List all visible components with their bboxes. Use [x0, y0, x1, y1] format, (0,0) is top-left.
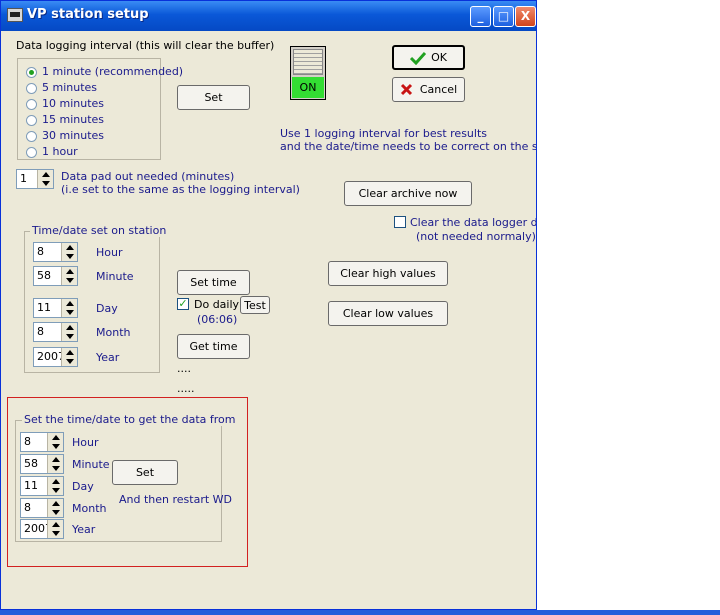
from-year-label: Year [72, 523, 96, 536]
logging-interval-group: 1 minute (recommended) 5 minutes 10 minute… [17, 58, 183, 160]
vp-station-setup-window: VP station setup _ □ X Data logging inte… [0, 0, 537, 610]
test-button[interactable]: Test [240, 296, 270, 314]
pad-spin-arrows[interactable] [37, 170, 53, 188]
station-year-label: Year [96, 351, 120, 364]
logging-set-button[interactable]: Set [177, 85, 250, 110]
check-icon [410, 51, 427, 65]
clear-high-values-button[interactable]: Clear high values [328, 261, 448, 286]
toggle-on-label: ON [292, 77, 324, 98]
toggle-grip [293, 49, 323, 75]
do-daily-time: (06:06) [197, 313, 238, 326]
ok-button[interactable]: OK [392, 45, 465, 70]
logging-option-radio[interactable] [26, 67, 37, 78]
station-year-spinner[interactable]: 2007 [33, 347, 78, 367]
ok-label: OK [431, 51, 447, 64]
logging-option-radio[interactable] [26, 131, 37, 142]
x-icon [400, 83, 412, 96]
spin-arrows[interactable] [47, 520, 63, 538]
station-month-spinner[interactable]: 8 [33, 322, 78, 342]
maximize-button[interactable]: □ [493, 6, 514, 27]
station-hour-label: Hour [96, 246, 123, 259]
clear-archive-button[interactable]: Clear archive now [344, 181, 472, 206]
pad-label-1: Data pad out needed (minutes) [61, 170, 235, 183]
hint-line-2: and the date/time needs to be correct on… [280, 140, 536, 153]
logging-option-radio[interactable] [26, 99, 37, 110]
logging-option-label[interactable]: 5 minutes [42, 81, 97, 94]
logging-option-label[interactable]: 15 minutes [42, 113, 104, 126]
from-minute-spinner[interactable]: 58 [20, 454, 64, 474]
logging-toggle[interactable]: ON [290, 46, 326, 100]
clear-daily-label: Clear the data logger daily [410, 216, 537, 229]
from-day-value: 11 [24, 479, 38, 492]
set-time-button[interactable]: Set time [177, 270, 250, 295]
from-month-value: 8 [24, 501, 31, 514]
spin-arrows[interactable] [61, 299, 77, 317]
station-day-spinner[interactable]: 11 [33, 298, 78, 318]
station-hour-value: 8 [37, 245, 44, 258]
pad-label-2: (i.e set to the same as the logging inte… [61, 183, 300, 196]
data-from-legend: Set the time/date to get the data from [22, 413, 238, 426]
do-daily-label: Do daily [194, 298, 240, 311]
window-title: VP station setup [27, 7, 149, 22]
clear-low-values-button[interactable]: Clear low values [328, 301, 448, 326]
station-time-legend: Time/date set on station [30, 224, 169, 237]
spin-arrows[interactable] [61, 267, 77, 285]
station-month-label: Month [96, 326, 131, 339]
station-day-label: Day [96, 302, 118, 315]
spin-arrows[interactable] [47, 433, 63, 451]
station-hour-spinner[interactable]: 8 [33, 242, 78, 262]
from-day-spinner[interactable]: 11 [20, 476, 64, 496]
from-month-spinner[interactable]: 8 [20, 498, 64, 518]
status-dots-2: ..... [177, 382, 195, 395]
from-minute-value: 58 [24, 457, 38, 470]
clear-daily-checkbox[interactable] [394, 216, 406, 228]
from-hour-value: 8 [24, 435, 31, 448]
app-icon [7, 8, 23, 22]
logging-option-radio[interactable] [26, 83, 37, 94]
do-daily-checkbox[interactable]: ✓ [177, 298, 189, 310]
restart-note: And then restart WD [119, 493, 233, 506]
logging-interval-heading: Data logging interval (this will clear t… [16, 39, 275, 52]
station-minute-spinner[interactable]: 58 [33, 266, 78, 286]
from-minute-label: Minute [72, 458, 110, 471]
logging-option-radio[interactable] [26, 147, 37, 158]
hint-line-1: Use 1 logging interval for best results [280, 127, 487, 140]
logging-option-radio[interactable] [26, 115, 37, 126]
station-minute-label: Minute [96, 270, 134, 283]
title-bar[interactable]: VP station setup _ □ X [1, 1, 536, 31]
from-hour-label: Hour [72, 436, 99, 449]
pad-value: 1 [20, 172, 27, 185]
from-year-spinner[interactable]: 2007 [20, 519, 64, 539]
from-hour-spinner[interactable]: 8 [20, 432, 64, 452]
logging-option-label[interactable]: 10 minutes [42, 97, 104, 110]
station-month-value: 8 [37, 325, 44, 338]
minimize-button[interactable]: _ [470, 6, 491, 27]
logging-option-label[interactable]: 1 hour [42, 145, 78, 158]
spin-arrows[interactable] [47, 499, 63, 517]
status-dots-1: .... [177, 362, 191, 375]
from-day-label: Day [72, 480, 94, 493]
cancel-button[interactable]: Cancel [392, 77, 465, 102]
clear-daily-note: (not needed normaly) [416, 230, 536, 243]
get-time-button[interactable]: Get time [177, 334, 250, 359]
data-from-set-button[interactable]: Set [112, 460, 178, 485]
station-minute-value: 58 [37, 269, 51, 282]
spin-arrows[interactable] [47, 455, 63, 473]
spin-arrows[interactable] [47, 477, 63, 495]
taskbar [0, 610, 720, 615]
spin-arrows[interactable] [61, 348, 77, 366]
cancel-label: Cancel [419, 83, 458, 96]
station-day-value: 11 [37, 301, 51, 314]
close-button[interactable]: X [515, 6, 536, 27]
spin-arrows[interactable] [61, 243, 77, 261]
logging-option-label[interactable]: 1 minute (recommended) [42, 65, 183, 78]
spin-arrows[interactable] [61, 323, 77, 341]
pad-spinner[interactable]: 1 [16, 169, 54, 189]
logging-option-label[interactable]: 30 minutes [42, 129, 104, 142]
from-month-label: Month [72, 502, 107, 515]
